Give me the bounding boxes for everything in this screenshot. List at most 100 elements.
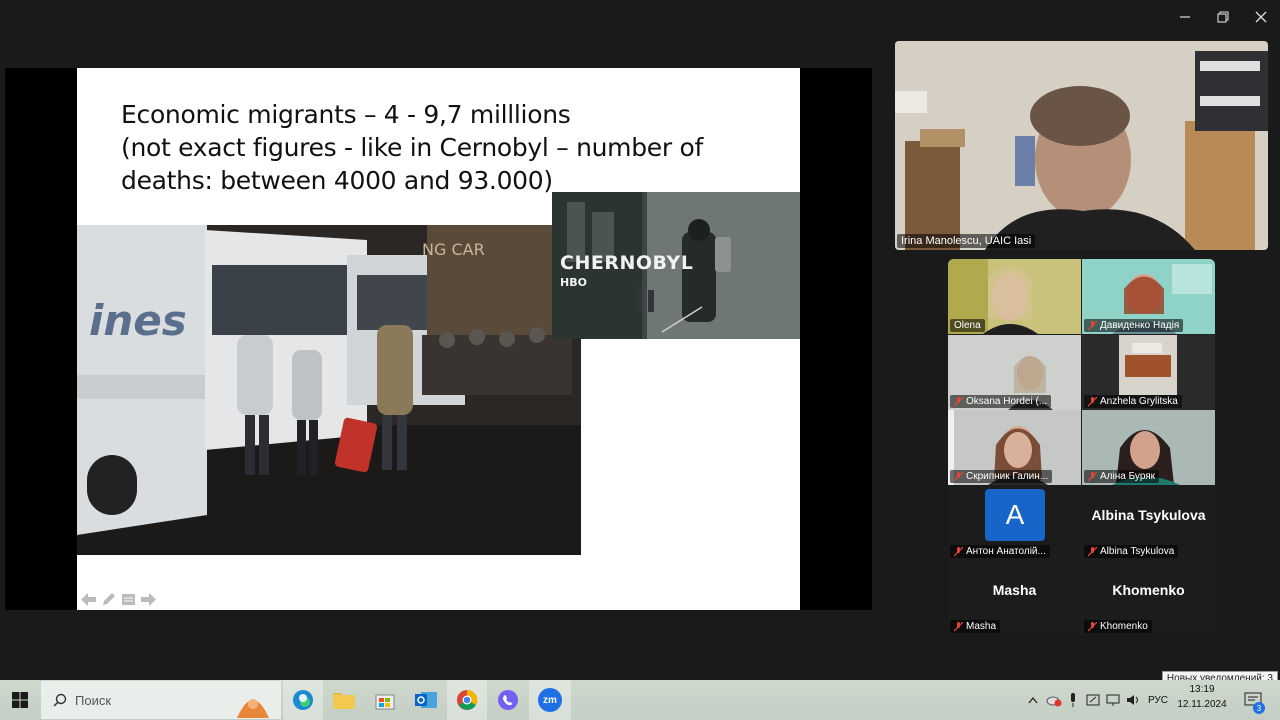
network-icon (1106, 694, 1120, 706)
menu-icon (122, 594, 135, 605)
minimize-button[interactable] (1166, 0, 1204, 34)
restore-button[interactable] (1204, 0, 1242, 34)
chevron-up-icon (1028, 696, 1038, 704)
participant-name: Masha (966, 621, 997, 632)
minimize-icon (1180, 16, 1190, 18)
tray-volume-icon[interactable] (1124, 680, 1142, 720)
participant-gallery: Olena Давиденко Надія Oksana Hordei (... (948, 259, 1215, 635)
participant-tile[interactable]: Давиденко Надія (1082, 259, 1215, 334)
muted-mic-icon (1088, 320, 1097, 330)
muted-mic-icon (954, 471, 963, 481)
participant-name: Антон Анатолій... (966, 546, 1046, 557)
tray-clock[interactable]: 13:19 12.11.2024 (1170, 682, 1234, 718)
windows-logo-icon (12, 692, 28, 708)
start-button[interactable] (0, 680, 40, 720)
svg-text:ines: ines (89, 296, 187, 345)
notification-center-button[interactable]: 3 (1236, 680, 1270, 720)
participant-name-tag: Albina Tsykulova (1084, 545, 1179, 558)
close-icon (1255, 11, 1267, 23)
folder-icon (333, 693, 355, 709)
participant-name: Albina Tsykulova (1100, 546, 1175, 557)
zoom-app[interactable]: zm (529, 680, 571, 720)
participant-tile[interactable]: A Антон Анатолій... (948, 485, 1081, 560)
chernobyl-poster: CHERNOBYL HBO (552, 192, 800, 339)
muted-mic-icon (1088, 396, 1097, 406)
store-app[interactable] (365, 680, 405, 720)
file-explorer-app[interactable] (324, 680, 364, 720)
participant-display-name: Khomenko (1112, 582, 1185, 598)
avatar: A (985, 489, 1045, 541)
search-icon (53, 693, 67, 707)
tray-mic-icon[interactable] (1065, 680, 1081, 720)
tray-pen-icon[interactable] (1084, 680, 1102, 720)
tray-security-icon[interactable] (1044, 680, 1064, 720)
microphone-icon (1071, 693, 1075, 707)
outlook-app[interactable] (406, 680, 446, 720)
tray-network-icon[interactable] (1104, 680, 1122, 720)
migrants-photo-art: ines NG CAR (77, 225, 581, 555)
muted-mic-icon (1088, 621, 1097, 631)
participant-display-name: Albina Tsykulova (1091, 507, 1206, 523)
participant-name-tag: Khomenko (1084, 620, 1152, 633)
tray-language[interactable]: РУС (1145, 680, 1171, 720)
participant-name-tag: Olena (950, 319, 985, 332)
slide-title: Economic migrants – 4 - 9,7 milllions (n… (121, 98, 761, 197)
participant-tile[interactable]: Albina Tsykulova Albina Tsykulova (1082, 485, 1215, 560)
active-speaker-video[interactable]: Irina Manolescu, UAIC Iasi (895, 41, 1268, 250)
participant-display-name: Masha (992, 582, 1037, 598)
participant-tile[interactable]: Masha Masha (948, 560, 1081, 635)
viber-app[interactable] (488, 680, 528, 720)
restore-icon (1217, 11, 1229, 23)
outlook-icon (415, 692, 437, 708)
participant-tile[interactable]: Anzhela Grylitska (1082, 335, 1215, 410)
slide-title-line: Economic migrants – 4 - 9,7 milllions (121, 100, 571, 129)
ink-workspace-icon (1086, 694, 1100, 706)
viber-icon (498, 690, 518, 710)
slide-menu-button[interactable] (120, 592, 137, 607)
next-slide-button[interactable] (140, 592, 157, 607)
muted-mic-icon (954, 396, 963, 406)
participant-name-tag: Oksana Hordei (... (950, 395, 1052, 408)
participant-name-tag: Аліна Буряк (1084, 470, 1160, 483)
search-highlight-icon (237, 699, 269, 718)
participant-tile[interactable]: Khomenko Khomenko (1082, 560, 1215, 635)
participant-name: Oksana Hordei (... (966, 396, 1048, 407)
chrome-icon (457, 689, 478, 710)
tray-overflow-button[interactable] (1024, 680, 1042, 720)
slide-title-line: (not exact figures - like in Cernobyl – … (121, 133, 703, 162)
participant-tile[interactable]: Olena (948, 259, 1081, 334)
close-button[interactable] (1242, 0, 1280, 34)
presentation-slide: Economic migrants – 4 - 9,7 milllions (n… (77, 68, 800, 610)
participant-name: Скрипник Галин... (966, 471, 1049, 482)
edge-app[interactable] (283, 680, 323, 720)
zoom-icon: zm (538, 688, 562, 712)
muted-mic-icon (954, 621, 963, 631)
participant-name-tag: Anzhela Grylitska (1084, 395, 1182, 408)
arrow-left-icon (81, 593, 96, 606)
clock-date: 12.11.2024 (1177, 699, 1227, 710)
cloud-error-icon (1046, 696, 1062, 707)
migrants-photo: ines NG CAR (77, 225, 581, 555)
speaker-name: Irina Manolescu, UAIC Iasi (901, 235, 1032, 247)
speaker-video-art (895, 41, 1268, 250)
previous-slide-button[interactable] (80, 592, 97, 607)
participant-tile[interactable]: Скрипник Галин... (948, 410, 1081, 485)
participant-name-tag: Masha (950, 620, 1001, 633)
speaker-name-tag: Irina Manolescu, UAIC Iasi (897, 234, 1036, 248)
participant-name-tag: Давиденко Надія (1084, 319, 1184, 332)
muted-mic-icon (1088, 471, 1097, 481)
participant-name-tag: Антон Анатолій... (950, 545, 1050, 558)
muted-mic-icon (1088, 546, 1097, 556)
store-icon (375, 694, 395, 710)
chrome-app[interactable] (447, 680, 487, 720)
taskbar-search[interactable]: Поиск (41, 681, 281, 719)
chernobyl-title: CHERNOBYL (560, 252, 694, 274)
pen-tool-button[interactable] (100, 592, 117, 607)
participant-tile[interactable]: Аліна Буряк (1082, 410, 1215, 485)
muted-mic-icon (954, 546, 963, 556)
participant-name: Anzhela Grylitska (1100, 396, 1178, 407)
participant-tile[interactable]: Oksana Hordei (... (948, 335, 1081, 410)
participant-name: Давиденко Надія (1100, 320, 1180, 331)
edge-icon (293, 690, 313, 710)
slide-navigation (80, 592, 157, 607)
